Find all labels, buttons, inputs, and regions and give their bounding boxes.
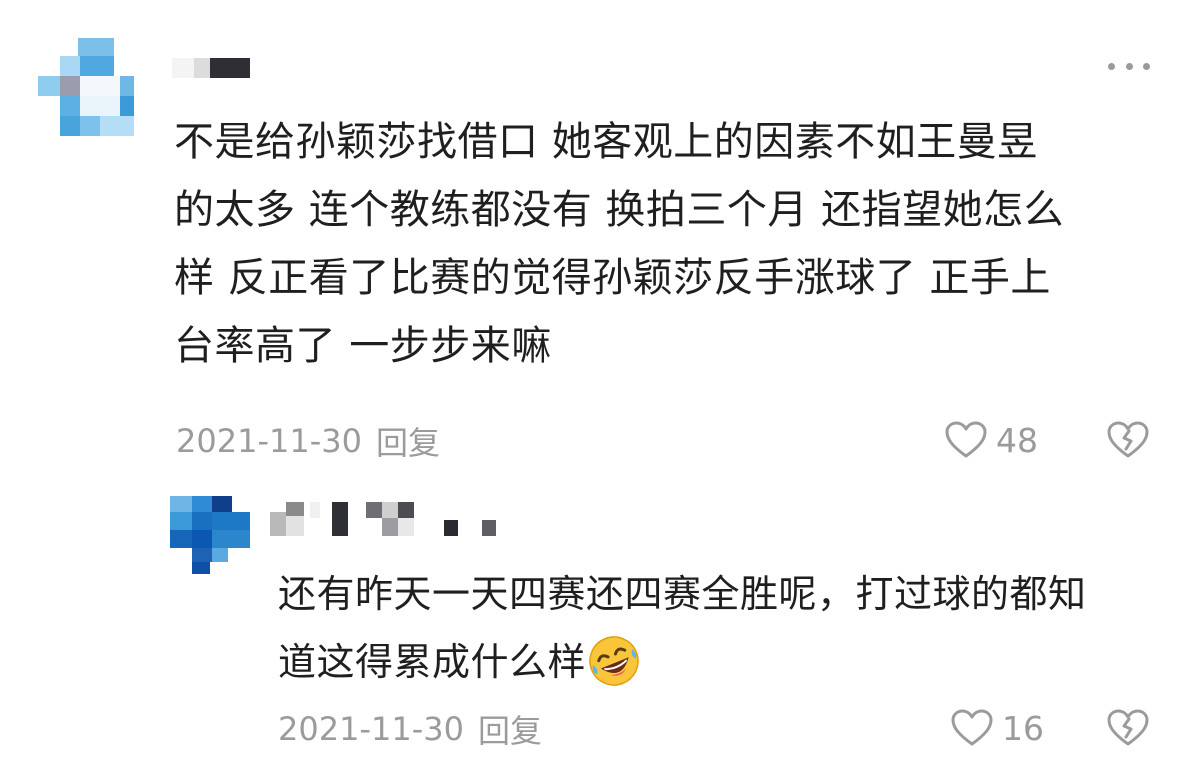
dislike-button[interactable] xyxy=(1106,418,1150,462)
dot xyxy=(1125,62,1133,70)
comment-body: 不是给孙颖莎找借口 她客观上的因素不如王曼昱 的太多 连个教练都没有 换拍三个月 … xyxy=(174,108,1164,380)
like-count: 16 xyxy=(1002,708,1044,748)
reply-line: 还有昨天一天四赛还四赛全胜呢，打过球的都知 xyxy=(278,572,1087,616)
reply-line: 道这得累成什么样 xyxy=(278,640,587,684)
comment-line: 的太多 连个教练都没有 换拍三个月 还指望她怎么 xyxy=(174,187,1065,233)
heart-icon xyxy=(945,421,987,458)
comment-meta: 2021-11-30 回复 xyxy=(176,418,440,464)
reply-date: 2021-11-30 xyxy=(278,710,464,748)
more-dots-icon[interactable] xyxy=(1108,56,1150,76)
reply-button[interactable]: 回复 xyxy=(376,418,440,464)
reply-button[interactable]: 回复 xyxy=(478,706,542,752)
dot xyxy=(1143,62,1150,70)
broken-heart-icon xyxy=(1107,421,1149,458)
reply-meta: 2021-11-30 回复 xyxy=(278,706,542,752)
username[interactable] xyxy=(172,58,252,78)
comment-line: 样 反正看了比赛的觉得孙颖莎反手涨球了 正手上 xyxy=(174,255,1051,301)
broken-heart-icon xyxy=(1107,709,1149,746)
like-button[interactable]: 16 xyxy=(950,706,1044,750)
comment-line: 台率高了 一步步来嘛 xyxy=(174,323,552,369)
heart-icon xyxy=(951,709,993,746)
dot xyxy=(1108,62,1115,70)
comment-line: 不是给孙颖莎找借口 她客观上的因素不如王曼昱 xyxy=(174,119,1038,165)
username[interactable] xyxy=(270,498,502,538)
reply-body: 还有昨天一天四赛还四赛全胜呢，打过球的都知 道这得累成什么样 xyxy=(278,560,1158,696)
like-button[interactable]: 48 xyxy=(944,418,1038,462)
dislike-button[interactable] xyxy=(1106,706,1150,750)
like-count: 48 xyxy=(996,420,1038,460)
comment-date: 2021-11-30 xyxy=(176,422,362,460)
rolling-on-floor-laughing-emoji xyxy=(589,636,639,686)
avatar[interactable] xyxy=(38,38,134,138)
avatar[interactable] xyxy=(170,496,250,574)
